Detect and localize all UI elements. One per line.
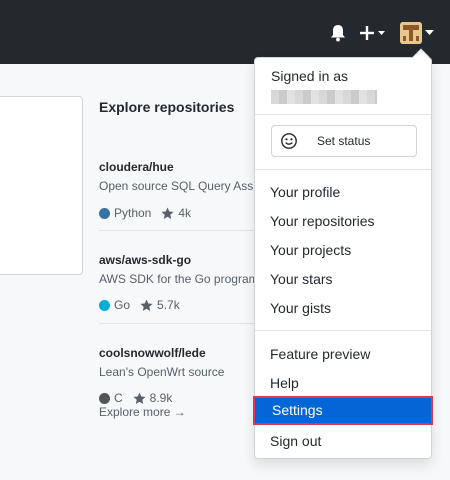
repo-meta: Python 4k bbox=[99, 206, 191, 220]
repo-description: Lean's OpenWrt source bbox=[99, 365, 225, 379]
repo-language: Python bbox=[114, 206, 152, 220]
top-header bbox=[0, 0, 450, 64]
avatar-identicon bbox=[400, 22, 422, 44]
set-status-button[interactable]: Set status bbox=[271, 125, 417, 157]
menu-item-feature-preview[interactable]: Feature preview bbox=[255, 340, 431, 369]
repo-language: C bbox=[114, 391, 123, 405]
menu-item-help[interactable]: Help bbox=[255, 369, 431, 398]
repo-name[interactable]: coolsnowwolf/lede bbox=[99, 346, 206, 360]
repo-name[interactable]: aws/aws-sdk-go bbox=[99, 253, 191, 267]
plus-icon[interactable] bbox=[360, 25, 388, 41]
language-color-dot bbox=[99, 299, 110, 311]
divider bbox=[255, 114, 431, 115]
star-icon bbox=[140, 298, 153, 311]
repo-language: Go bbox=[114, 298, 131, 312]
repo-meta: Go 5.7k bbox=[99, 298, 180, 312]
menu-item-your-projects[interactable]: Your projects bbox=[255, 236, 431, 265]
bell-icon[interactable] bbox=[330, 24, 346, 42]
star-icon bbox=[133, 391, 146, 404]
language-color-dot bbox=[99, 207, 110, 219]
dashboard-card bbox=[0, 96, 83, 275]
set-status-label: Set status bbox=[317, 134, 371, 148]
menu-item-your-profile[interactable]: Your profile bbox=[255, 178, 431, 207]
divider bbox=[255, 169, 431, 170]
menu-item-your-gists[interactable]: Your gists bbox=[255, 294, 431, 323]
repo-name[interactable]: cloudera/hue bbox=[99, 160, 174, 174]
menu-item-sign-out[interactable]: Sign out bbox=[255, 427, 431, 456]
repo-description: AWS SDK for the Go program bbox=[99, 272, 259, 286]
user-menu-toggle[interactable] bbox=[400, 22, 436, 44]
signed-in-username bbox=[271, 90, 377, 104]
avatar bbox=[400, 22, 422, 44]
repo-item: coolsnowwolf/lede Lean's OpenWrt source … bbox=[99, 324, 259, 417]
language-color-dot bbox=[99, 392, 110, 404]
explore-more-link[interactable]: Explore more → bbox=[99, 405, 186, 419]
star-icon bbox=[161, 206, 174, 219]
explore-title: Explore repositories bbox=[99, 99, 235, 115]
repo-stars[interactable]: 4k bbox=[178, 206, 191, 220]
smiley-icon bbox=[281, 133, 297, 149]
user-dropdown-menu: Signed in as Set status Your profile You… bbox=[253, 48, 433, 459]
menu-item-your-repositories[interactable]: Your repositories bbox=[255, 207, 431, 236]
explore-repositories: Explore repositories cloudera/hue Open s… bbox=[99, 96, 269, 417]
divider bbox=[255, 330, 431, 331]
menu-item-settings[interactable]: Settings bbox=[253, 396, 433, 425]
menu-item-your-stars[interactable]: Your stars bbox=[255, 265, 431, 294]
repo-stars[interactable]: 5.7k bbox=[157, 298, 180, 312]
repo-stars[interactable]: 8.9k bbox=[150, 391, 173, 405]
chevron-down-icon bbox=[425, 30, 434, 35]
repo-item: aws/aws-sdk-go AWS SDK for the Go progra… bbox=[99, 231, 259, 324]
repo-description: Open source SQL Query Assis bbox=[99, 179, 262, 193]
repo-meta: C 8.9k bbox=[99, 391, 172, 405]
repo-item: cloudera/hue Open source SQL Query Assis… bbox=[99, 118, 262, 231]
signed-in-label: Signed in as bbox=[271, 68, 349, 84]
